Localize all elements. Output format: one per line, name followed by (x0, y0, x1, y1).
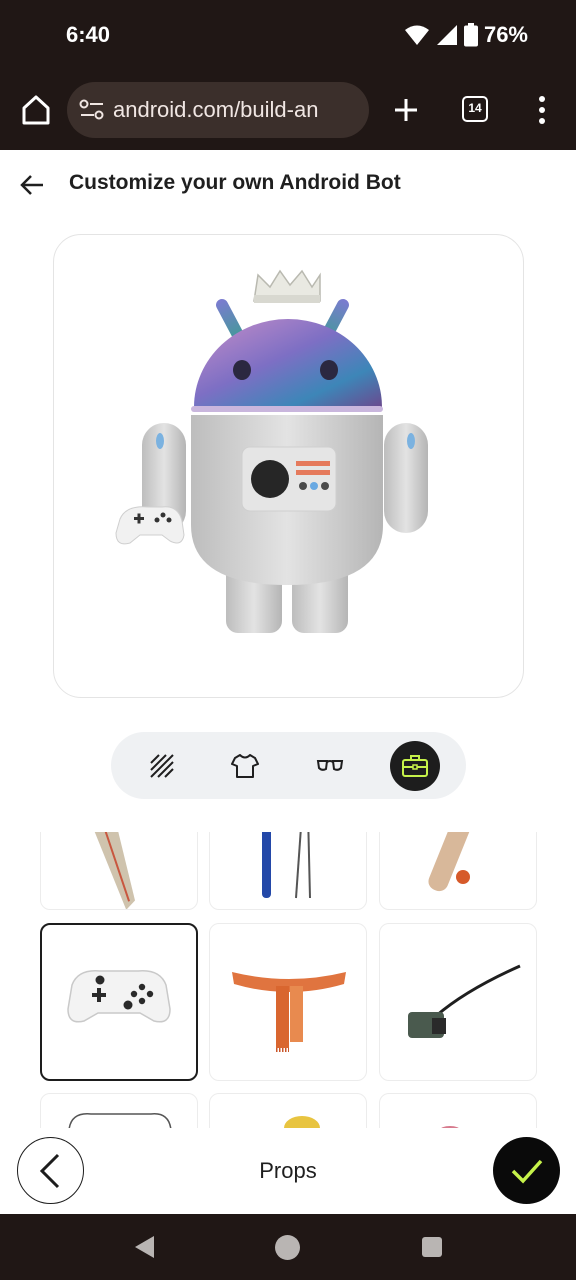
done-button[interactable] (493, 1137, 560, 1204)
home-button[interactable] (16, 90, 56, 130)
briefcase-icon (402, 755, 428, 777)
new-tab-button[interactable] (390, 90, 422, 130)
grid-item-scarf[interactable] (209, 923, 367, 1081)
browser-toolbar: android.com/build-an 14 (0, 70, 576, 150)
android-bot-preview (115, 269, 428, 633)
item-9-image (441, 1126, 459, 1128)
page-header: Customize your own Android Bot (0, 150, 576, 220)
props-grid (0, 832, 576, 1128)
scarf-image (232, 972, 346, 1052)
bot-preview-card (53, 234, 524, 698)
wifi-icon (404, 25, 429, 45)
nav-back-icon[interactable] (132, 1234, 156, 1260)
crown (253, 269, 321, 303)
pattern-icon (150, 754, 174, 778)
game-controller-image (67, 970, 171, 1023)
more-dot (539, 96, 545, 102)
more-menu-button[interactable] (530, 94, 554, 126)
status-time: 6:40 (66, 22, 111, 47)
glasses-icon (316, 760, 344, 771)
surfboard-image (92, 832, 136, 909)
back-arrow-icon[interactable] (18, 170, 48, 200)
bottom-action-bar: Props (0, 1128, 576, 1214)
signal-icon (436, 25, 457, 45)
battery-percent: 76% (483, 22, 528, 47)
status-bar: 6:40 76% (0, 0, 576, 70)
site-settings-icon[interactable] (79, 98, 105, 122)
page-title: Customize your own Android Bot (69, 171, 401, 194)
battery-icon (463, 23, 478, 47)
category-accessories-button[interactable] (305, 741, 355, 791)
category-selector (111, 732, 466, 799)
camera-image (408, 964, 521, 1038)
url-bar[interactable]: android.com/build-an (67, 82, 369, 138)
checkmark-icon (511, 1159, 542, 1184)
ski-poles-image (262, 832, 311, 899)
held-controller (115, 506, 185, 545)
system-nav-bar (0, 1214, 576, 1280)
grid-item-surfboard[interactable] (40, 832, 198, 910)
grid-item-ski-poles[interactable] (209, 832, 367, 910)
item-7-image (68, 1113, 172, 1128)
home-icon (22, 95, 50, 125)
cricket-bat-image (428, 832, 472, 892)
nav-recents-icon[interactable] (422, 1237, 442, 1257)
grid-item-camera[interactable] (379, 923, 537, 1081)
plus-icon (395, 99, 417, 121)
shirt-icon (231, 754, 259, 778)
category-pattern-button[interactable] (137, 741, 187, 791)
more-dot (539, 118, 545, 124)
current-step-label: Props (259, 1158, 317, 1183)
grid-item-game-controller[interactable] (40, 923, 198, 1081)
grid-item-8[interactable] (209, 1093, 367, 1128)
category-clothing-button[interactable] (220, 741, 270, 791)
category-props-button[interactable] (390, 741, 440, 791)
more-dot (539, 107, 545, 113)
nav-home-icon[interactable] (275, 1235, 300, 1260)
grid-item-cricket-bat[interactable] (379, 832, 537, 910)
status-icons: 76% (404, 22, 528, 48)
item-8-image (284, 1116, 320, 1128)
url-text[interactable]: android.com/build-an (113, 97, 361, 123)
tab-switcher-button[interactable]: 14 (462, 96, 488, 122)
grid-item-7[interactable] (40, 1093, 198, 1128)
grid-item-9[interactable] (379, 1093, 537, 1128)
